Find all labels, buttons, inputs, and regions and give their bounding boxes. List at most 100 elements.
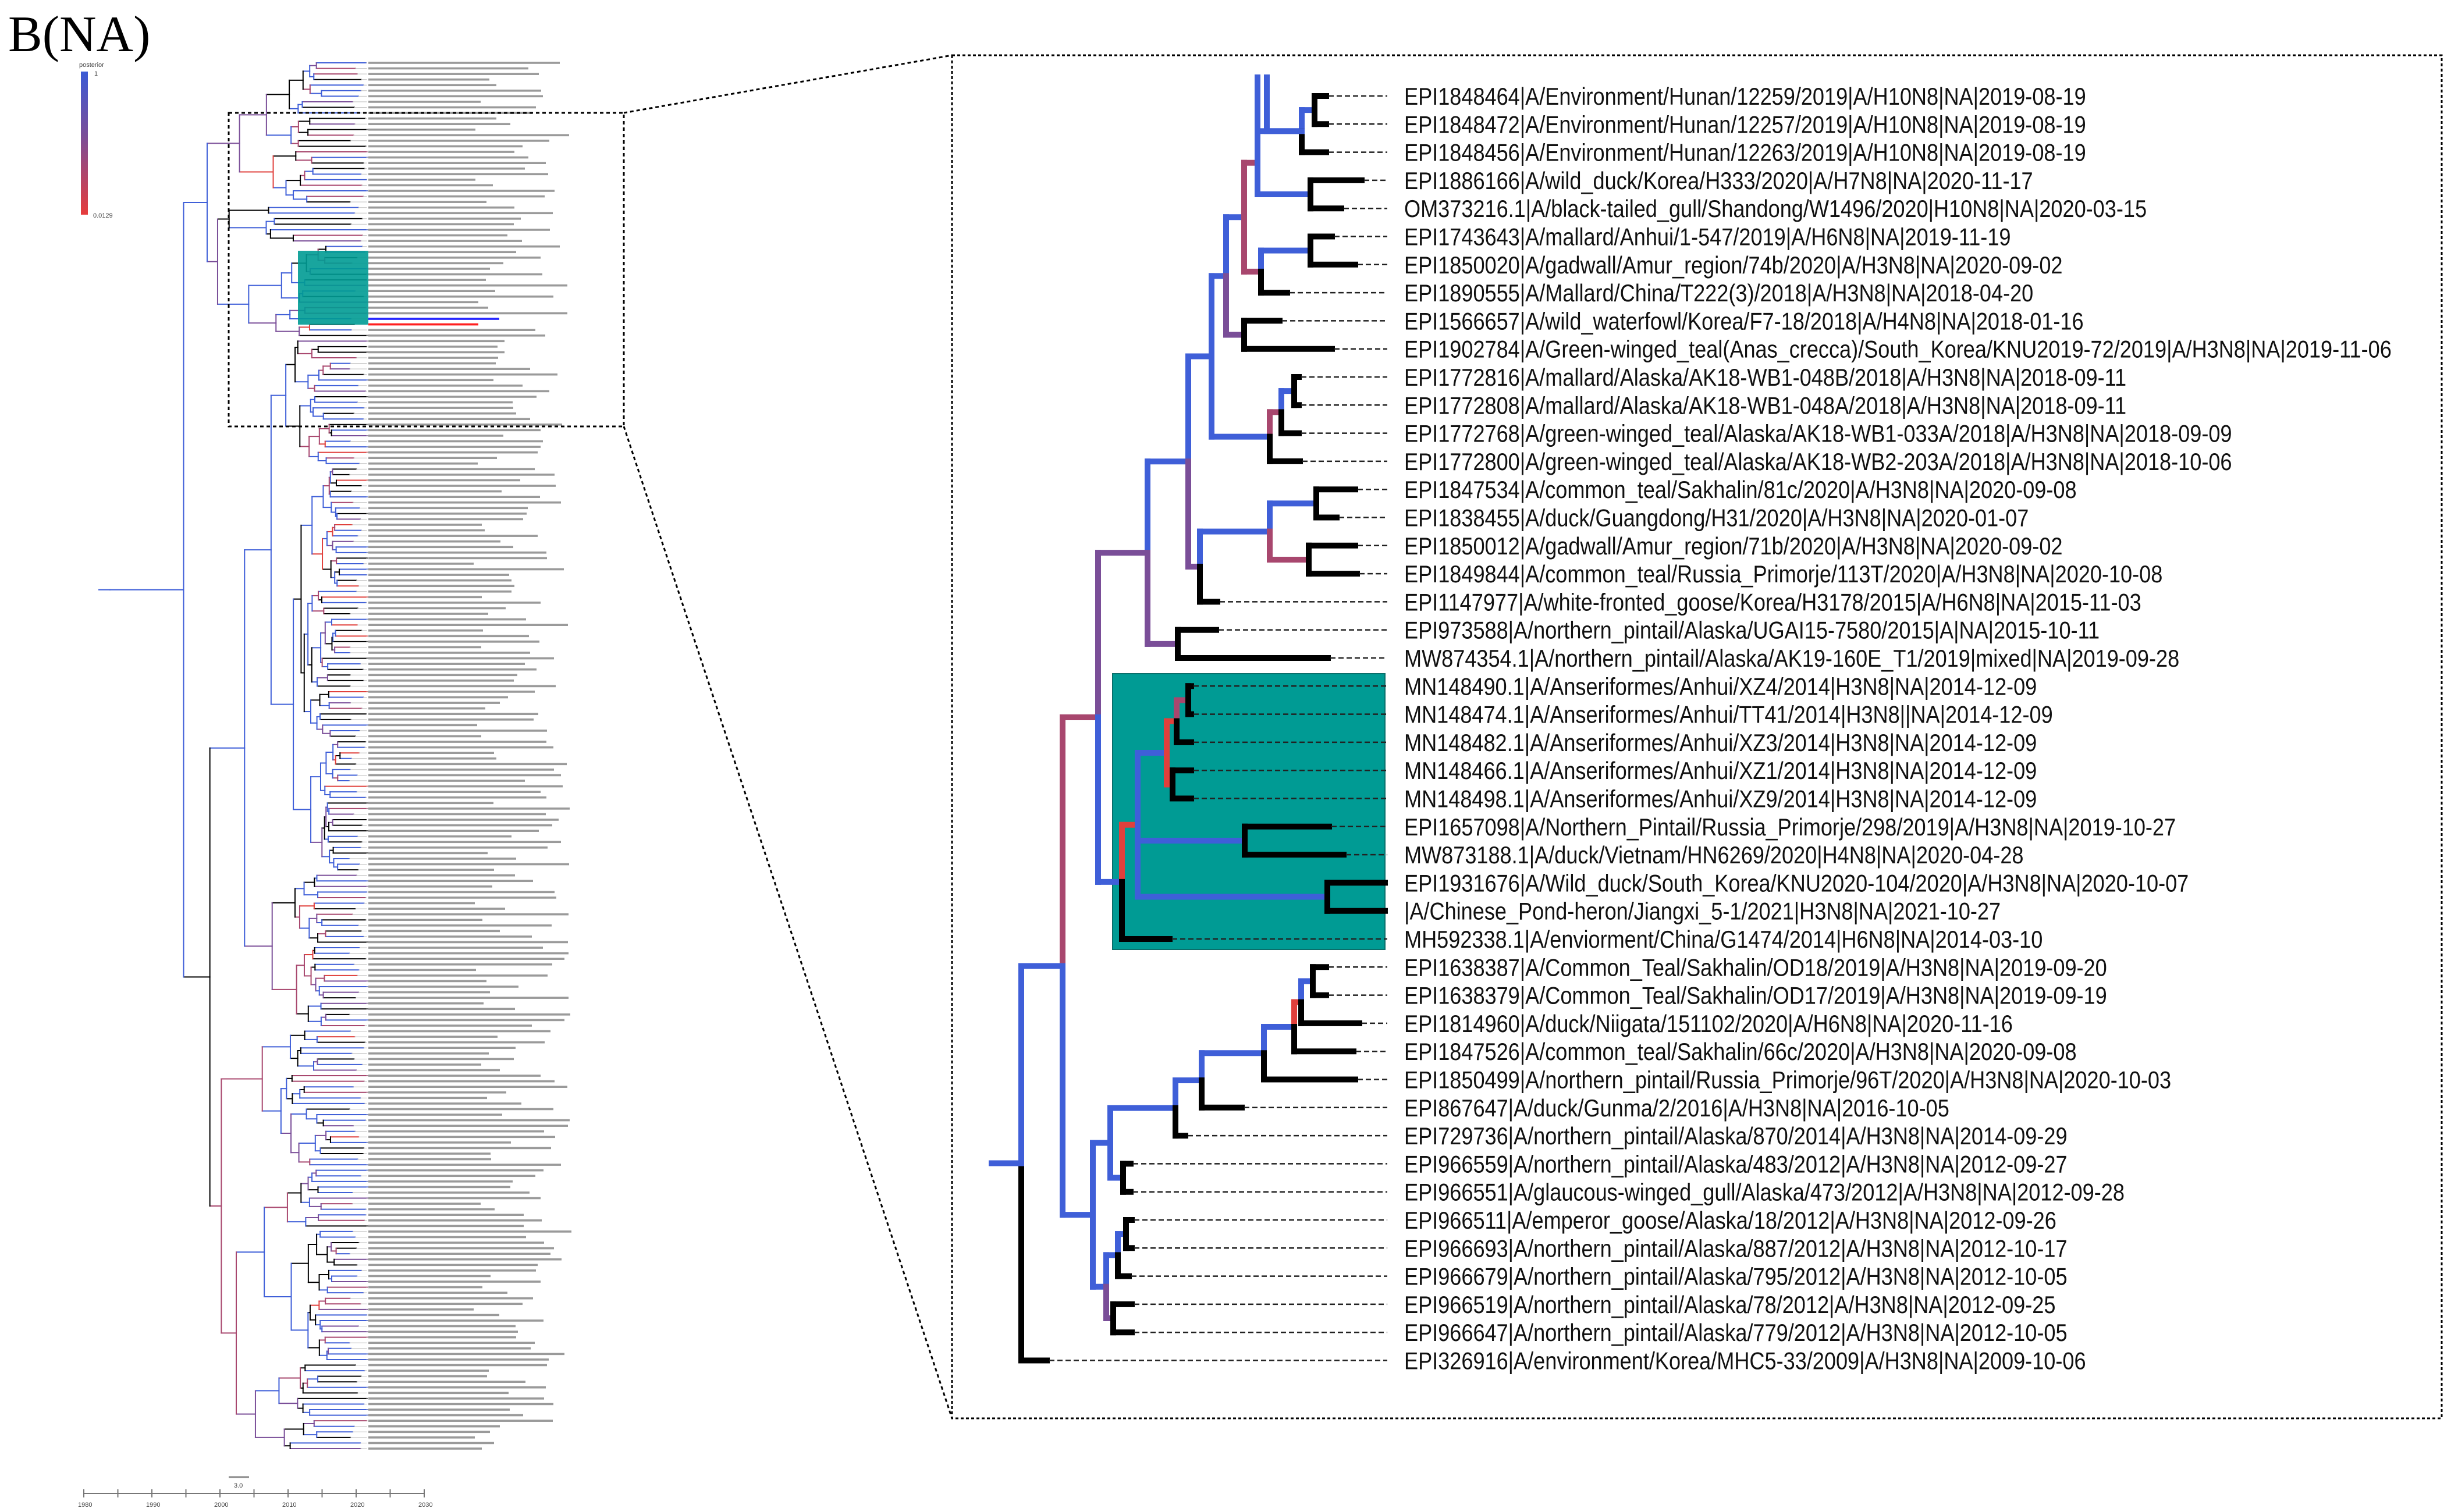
overview-leaf-label: [368, 1108, 553, 1111]
overview-leaf-label: [368, 1136, 555, 1139]
leaf-label: EPI1850499|A/northern_pintail/Russia_Pri…: [1404, 1067, 2171, 1094]
overview-leaf-label: [368, 507, 528, 510]
overview-leaf-label: [368, 518, 523, 521]
leaf-label: MN148482.1|A/Anseriformes/Anhui/XZ3/2014…: [1404, 730, 2037, 756]
overview-leaf-label: [368, 1258, 562, 1261]
overview-leaf-label: [368, 1019, 564, 1022]
overview-leaf-label: [368, 195, 545, 198]
overview-leaf-label: [368, 596, 482, 599]
overview-leaf-label: [368, 1319, 544, 1322]
overview-leaf-label: [368, 1269, 536, 1272]
overview-leaf-label: [368, 702, 500, 704]
overview-leaf-label: [368, 1063, 481, 1066]
overview-leaf-label: [368, 1369, 489, 1372]
overview-leaf-label: [368, 668, 537, 671]
overview-leaf-label: [368, 535, 538, 537]
overview-leaf-label: [368, 1169, 544, 1172]
overview-leaf-label: [368, 896, 556, 899]
overview-leaf-label: [368, 390, 549, 393]
zoom-connector-bottom: [623, 426, 953, 1419]
overview-leaf-label: [368, 212, 553, 215]
overview-leaf-label: [368, 451, 538, 454]
overview-leaf-label: [368, 880, 533, 883]
overview-leaf-label: [368, 440, 543, 443]
overview-leaf-label: [368, 362, 496, 365]
legend-title: posterior: [79, 62, 104, 69]
overview-leaf-label: [368, 1431, 490, 1433]
overview-leaf-label: [368, 106, 536, 109]
overview-leaf-label: [368, 802, 493, 805]
overview-leaf-label: [368, 1414, 523, 1417]
legend-min-label: 0.0129: [93, 212, 113, 219]
leaf-label: MW873188.1|A/duck/Vietnam/HN6269/2020|H4…: [1404, 842, 2024, 869]
zoom-connector-top: [623, 54, 953, 114]
overview-leaf-label: [368, 351, 505, 354]
legend-color-bar: [81, 72, 88, 215]
leaf-label: EPI973588|A/northern_pintail/Alaska/UGAI…: [1404, 617, 2100, 644]
leaf-label: EPI1772816|A/mallard/Alaska/AK18-WB1-048…: [1404, 365, 2126, 392]
overview-leaf-label: [368, 529, 485, 532]
overview-leaf-label: [368, 90, 541, 92]
overview-leaf-label: [368, 1219, 542, 1222]
overview-leaf-label: [368, 1425, 500, 1428]
leaf-label: OM373216.1|A/black-tailed_gull/Shandong/…: [1404, 196, 2147, 223]
overview-leaf-label: [368, 1091, 506, 1094]
leaf-label: EPI966693|A/northern_pintail/Alaska/887/…: [1404, 1236, 2068, 1262]
leaf-label: EPI1850020|A/gadwall/Amur_region/74b/202…: [1404, 252, 2063, 279]
overview-leaf-label: [368, 1203, 481, 1205]
leaf-label: EPI1814960|A/duck/Niigata/151102/2020|A/…: [1404, 1011, 2013, 1037]
leaf-label: EPI1849844|A/common_teal/Russia_Primorje…: [1404, 561, 2162, 588]
overview-leaf-label: [368, 201, 486, 203]
overview-leaf-label: [368, 1330, 518, 1333]
overview-leaf-label: [368, 624, 568, 626]
overview-leaf-label: [368, 1225, 524, 1228]
overview-leaf-label: [368, 329, 535, 331]
overview-leaf-label: [368, 1286, 482, 1289]
overview-leaf-label: [368, 223, 514, 226]
overview-leaf-label: [368, 1236, 526, 1239]
overview-leaf-label: [368, 1152, 491, 1155]
leaf-label: MW874354.1|A/northern_pintail/Alaska/AK1…: [1404, 646, 2179, 673]
overview-leaf-label: [368, 1080, 555, 1083]
axis-tick-label: 2020: [350, 1502, 364, 1509]
overview-leaf-label: [368, 251, 516, 254]
overview-leaf-label: [368, 279, 486, 281]
overview-leaf-label: [368, 657, 554, 660]
overview-highlight-clade: [298, 251, 368, 325]
overview-leaf-label: [368, 401, 513, 404]
phylogenetic-figure: B(NA) posterior 1 0.0129 3.0 1980 1990 2…: [8, 6, 2443, 1509]
overview-leaf-label: [368, 245, 560, 248]
overview-leaf-label: [368, 501, 561, 504]
overview-leaf-label: [368, 1075, 541, 1077]
overview-leaf-label: [368, 435, 503, 437]
overview-leaf-label: [368, 206, 514, 209]
overview-leaf-label: [368, 229, 550, 231]
overview-leaf-label: [368, 986, 518, 988]
overview-leaf-label: [368, 1364, 547, 1367]
overview-leaf-label: [368, 257, 541, 259]
overview-leaf-label: [368, 718, 534, 721]
overview-leaf-label: [368, 1013, 570, 1016]
overview-leaf-label: [368, 1158, 491, 1161]
leaf-label: MH592338.1|A/enviorment/China/G1474/2014…: [1404, 927, 2043, 954]
overview-leaf-label: [368, 173, 548, 176]
overview-leaf-label: [368, 334, 545, 337]
overview-leaf-label: [368, 997, 569, 999]
overview-leaf-label: [368, 774, 561, 777]
overview-leaf-label: [368, 262, 503, 265]
overview-leaf-label: [368, 234, 507, 237]
overview-leaf-label: [368, 629, 483, 632]
overview-leaf-label: [368, 646, 481, 649]
overview-leaf-label: [368, 974, 548, 977]
overview-leaf-label: [368, 273, 542, 276]
leaf-label: EPI1657098|A/Northern_Pintail/Russia_Pri…: [1404, 814, 2176, 841]
overview-leaf-label: [368, 1197, 541, 1200]
axis-tick-label: 2010: [282, 1502, 296, 1509]
overview-leaf-label: [368, 140, 549, 142]
overview-leaf-label: [368, 769, 554, 771]
overview-leaf-label: [368, 73, 539, 75]
overview-leaf-label: [368, 1052, 489, 1055]
overview-leaf-label: [368, 1403, 553, 1406]
overview-leaf-label: [368, 796, 546, 799]
overview-leaf-label: [368, 162, 546, 164]
